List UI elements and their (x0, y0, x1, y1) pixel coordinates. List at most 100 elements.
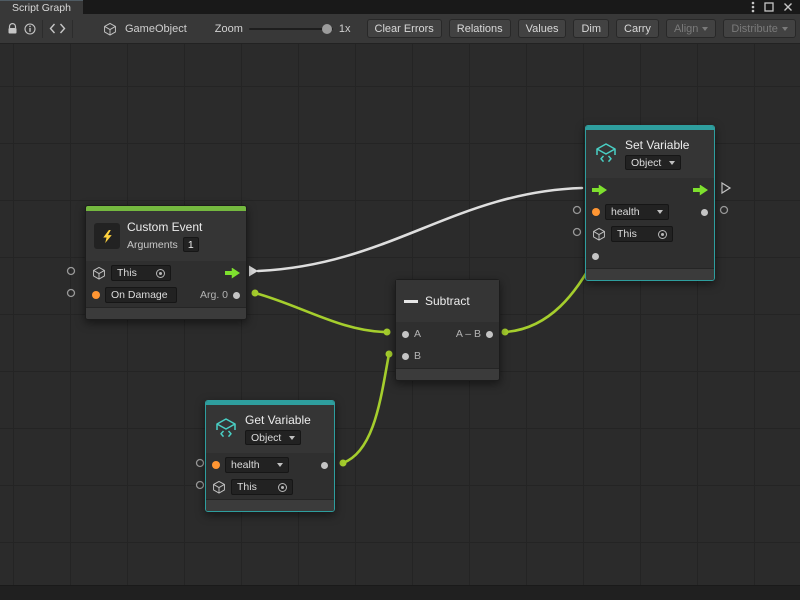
output-port[interactable] (486, 331, 493, 338)
node-footer (396, 368, 499, 380)
distribute-label: Distribute (731, 23, 777, 35)
info-icon[interactable] (24, 20, 36, 38)
chevron-down-icon (782, 27, 788, 31)
node-custom-event[interactable]: Custom Event Arguments 1 This (85, 205, 247, 320)
tab-script-graph[interactable]: Script Graph (0, 0, 83, 14)
value-wire (343, 354, 389, 463)
variable-scope-dropdown[interactable]: Object (245, 430, 301, 445)
variable-scope-dropdown[interactable]: Object (625, 155, 681, 170)
arg-out-port[interactable] (233, 292, 240, 299)
value-out-port[interactable] (701, 209, 708, 216)
maximize-icon[interactable] (764, 2, 774, 12)
target-field[interactable]: This (611, 226, 673, 242)
port-row-name: health (586, 201, 714, 223)
graph-toolbar: GameObject Zoom 1x Clear Errors Relation… (0, 14, 800, 44)
port-row-event-name: On Damage Arg. 0 (86, 284, 246, 306)
target-field[interactable]: This (231, 479, 293, 495)
node-footer (206, 499, 334, 511)
event-name-value: On Damage (111, 289, 168, 301)
arg-port-label: Arg. 0 (200, 289, 228, 301)
node-title: Subtract (425, 294, 470, 308)
target-field[interactable]: This (111, 265, 171, 281)
values-button[interactable]: Values (518, 19, 567, 38)
carry-button[interactable]: Carry (616, 19, 659, 38)
scope-value: Object (631, 157, 661, 169)
flow-in-port[interactable] (592, 185, 607, 196)
variable-name-dropdown[interactable]: health (225, 457, 289, 473)
input-b-label: B (414, 350, 421, 362)
variable-name-dropdown[interactable]: health (605, 204, 669, 220)
lightning-icon (94, 223, 120, 249)
cube-icon (592, 227, 606, 241)
node-footer (86, 307, 246, 319)
flow-continuation-triangle (722, 183, 730, 193)
port-row-target: This (586, 223, 714, 245)
cube-icon (212, 480, 226, 494)
align-button[interactable]: Align (666, 19, 716, 38)
chevron-down-icon (289, 436, 295, 440)
value-wire (505, 256, 596, 332)
zoom-value: 1x (339, 23, 351, 35)
pane-menu-icon[interactable] (751, 1, 755, 13)
chevron-down-icon (657, 210, 663, 214)
dim-button[interactable]: Dim (573, 19, 609, 38)
target-value: This (617, 228, 637, 240)
graph-canvas[interactable]: Custom Event Arguments 1 This (0, 44, 800, 600)
value-in-port[interactable] (592, 253, 599, 260)
variable-name-value: health (231, 459, 260, 471)
clear-errors-button[interactable]: Clear Errors (367, 19, 442, 38)
subtract-icon (404, 300, 418, 303)
port-rows: This On Damage Arg. 0 (86, 261, 246, 307)
chevron-down-icon (277, 463, 283, 467)
port-rows: health This (586, 178, 714, 268)
input-a-label: A (414, 328, 421, 340)
arguments-count-field[interactable]: 1 (183, 237, 199, 252)
port-row-target: This (86, 262, 246, 284)
value-wire (255, 293, 387, 332)
node-get-variable[interactable]: Get Variable Object health (205, 400, 335, 512)
node-title: Get Variable (245, 413, 311, 427)
node-footer (586, 268, 714, 280)
flow-out-port[interactable] (693, 185, 708, 196)
object-picker-icon[interactable] (278, 483, 287, 492)
port-indicator-circle (197, 460, 204, 467)
chevron-down-icon (702, 27, 708, 31)
node-title: Set Variable (625, 138, 689, 152)
node-header: Get Variable Object (206, 405, 334, 453)
zoom-label: Zoom (215, 23, 243, 35)
node-set-variable[interactable]: Set Variable Object health (585, 125, 715, 281)
object-picker-icon[interactable] (658, 230, 667, 239)
tab-bar: Script Graph (0, 0, 800, 14)
arguments-label: Arguments (127, 239, 178, 251)
output-label: A – B (456, 328, 481, 340)
align-label: Align (674, 23, 698, 35)
relations-button[interactable]: Relations (449, 19, 511, 38)
lock-icon[interactable] (7, 20, 18, 38)
distribute-button[interactable]: Distribute (723, 19, 795, 38)
code-icon[interactable] (49, 20, 66, 38)
event-name-field[interactable]: On Damage (105, 287, 177, 303)
input-a-port[interactable] (402, 331, 409, 338)
string-input-port[interactable] (92, 291, 100, 299)
zoom-slider[interactable] (249, 28, 333, 30)
node-subtract[interactable]: Subtract A A – B B (395, 279, 500, 381)
variable-icon (214, 417, 238, 441)
flow-out-port[interactable] (225, 268, 240, 279)
unity-script-graph-window: Script Graph GameObject (0, 0, 800, 600)
zoom-slider-handle[interactable] (322, 24, 332, 34)
close-icon[interactable] (783, 2, 793, 12)
window-controls (751, 0, 800, 14)
input-b-port[interactable] (402, 353, 409, 360)
tab-label: Script Graph (12, 2, 71, 14)
value-out-port[interactable] (321, 462, 328, 469)
port-row-flow (586, 179, 714, 201)
string-input-port[interactable] (212, 461, 220, 469)
toolbar-separator (42, 20, 43, 38)
port-indicator-circle (68, 268, 75, 275)
canvas-bottom-shade (0, 585, 800, 600)
object-picker-icon[interactable] (156, 269, 165, 278)
string-input-port[interactable] (592, 208, 600, 216)
toolbar-separator (72, 20, 73, 38)
node-title: Custom Event (127, 220, 202, 234)
flow-wire (258, 188, 582, 271)
